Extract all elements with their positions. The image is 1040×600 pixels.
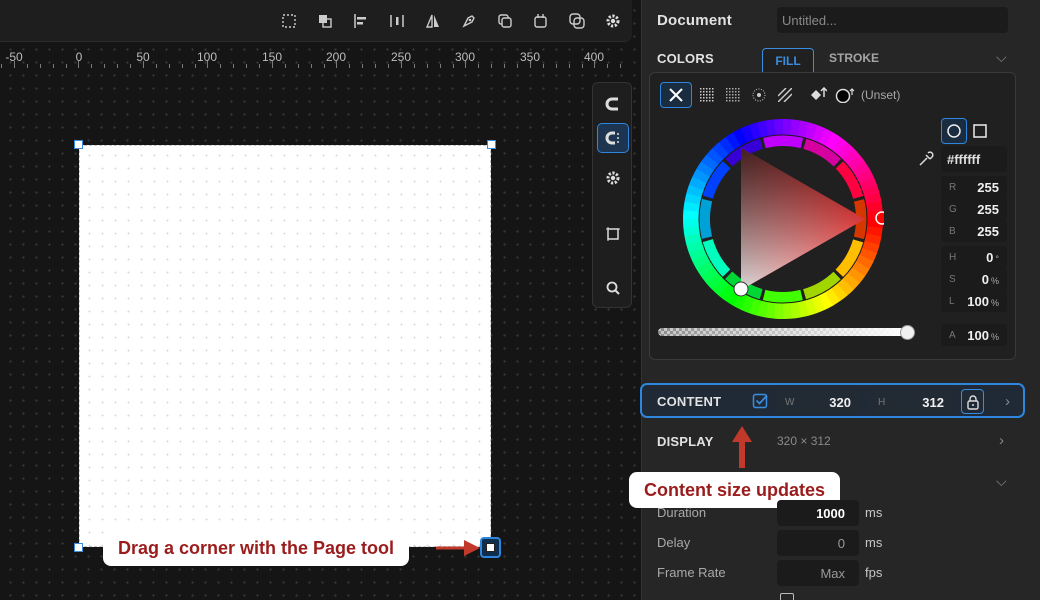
page-artboard[interactable] bbox=[79, 145, 491, 547]
crop-frame-icon[interactable] bbox=[597, 219, 629, 249]
app-window: -50 0 50 100 150 200 250 300 350 400 Dra… bbox=[0, 0, 1040, 600]
content-width-field[interactable]: W 320 bbox=[777, 390, 859, 414]
saturation-handle[interactable] bbox=[733, 281, 749, 297]
duration-unit: ms bbox=[865, 505, 883, 520]
colors-collapse-chevron-icon[interactable]: ⌵ bbox=[996, 49, 1007, 66]
display-expand-chevron-icon[interactable]: › bbox=[999, 432, 1004, 449]
tab-stroke[interactable]: STROKE bbox=[829, 51, 879, 65]
settings-gear-icon[interactable] bbox=[601, 9, 625, 33]
resize-handle-bottom-left[interactable] bbox=[74, 543, 83, 552]
frame-rate-unit: fps bbox=[865, 565, 883, 580]
fill-hatch-icon[interactable] bbox=[769, 82, 801, 108]
loop-checkbox[interactable] bbox=[780, 593, 794, 600]
tab-fill[interactable]: FILL bbox=[762, 48, 814, 73]
layers-icon[interactable] bbox=[565, 9, 589, 33]
display-label: DISPLAY bbox=[657, 434, 714, 449]
zoom-search-icon[interactable] bbox=[597, 273, 629, 303]
resize-handle-top-left[interactable] bbox=[74, 140, 83, 149]
duration-input[interactable]: 1000 bbox=[777, 500, 859, 526]
callout-arrow-icon bbox=[436, 540, 480, 556]
circle-shape-toggle-icon[interactable] bbox=[941, 118, 967, 144]
content-label: CONTENT bbox=[657, 394, 722, 409]
delay-label: Delay bbox=[657, 535, 691, 550]
content-checkbox-icon[interactable] bbox=[752, 392, 770, 415]
document-name-input[interactable]: Untitled... bbox=[777, 7, 1008, 33]
document-label: Document bbox=[657, 12, 732, 29]
delay-unit: ms bbox=[865, 535, 883, 550]
unset-label: (Unset) bbox=[861, 88, 901, 102]
eyedropper-icon[interactable] bbox=[917, 150, 935, 173]
duplicate-icon[interactable] bbox=[493, 9, 517, 33]
resize-handle-bottom-right[interactable] bbox=[480, 537, 501, 558]
snap-settings-gear-icon[interactable] bbox=[597, 163, 629, 193]
top-toolbar bbox=[0, 0, 632, 42]
horizontal-ruler: -50 0 50 100 150 200 250 300 350 400 bbox=[0, 46, 632, 68]
select-marquee-icon[interactable] bbox=[277, 9, 301, 33]
fill-none-icon[interactable] bbox=[660, 82, 692, 108]
aspect-lock-icon[interactable] bbox=[961, 389, 984, 414]
canvas-area[interactable]: -50 0 50 100 150 200 250 300 350 400 Dra… bbox=[0, 0, 640, 600]
fill-bucket-icon[interactable] bbox=[802, 82, 834, 108]
magnet-snap-icon[interactable] bbox=[597, 89, 629, 119]
flip-icon[interactable] bbox=[421, 9, 445, 33]
alpha-slider[interactable] bbox=[658, 328, 908, 336]
alpha-slider-handle[interactable] bbox=[900, 325, 915, 340]
arrange-icon[interactable] bbox=[313, 9, 337, 33]
distribute-icon[interactable] bbox=[385, 9, 409, 33]
hue-field[interactable]: H 0 ° bbox=[941, 246, 1007, 268]
duration-label: Duration bbox=[657, 505, 707, 520]
snap-grid-icon[interactable] bbox=[597, 123, 629, 153]
content-height-field[interactable]: H 312 bbox=[870, 390, 952, 414]
lightness-field[interactable]: L 100% bbox=[941, 290, 1007, 312]
add-frame-icon[interactable] bbox=[529, 9, 553, 33]
colors-label: COLORS bbox=[657, 51, 714, 66]
hue-handle[interactable] bbox=[875, 211, 884, 225]
hex-input[interactable]: #ffffff bbox=[941, 146, 1007, 172]
content-callout-arrow-icon bbox=[732, 426, 752, 468]
saturation-field[interactable]: S 0% bbox=[941, 268, 1007, 290]
pen-icon[interactable] bbox=[457, 9, 481, 33]
display-size-text: 320 × 312 bbox=[777, 434, 831, 448]
delay-input[interactable]: 0 bbox=[777, 530, 859, 556]
align-left-icon[interactable] bbox=[349, 9, 373, 33]
animation-collapse-chevron-icon[interactable]: ⌵ bbox=[996, 473, 1007, 490]
frame-rate-input[interactable]: Max bbox=[777, 560, 859, 586]
square-shape-toggle-icon[interactable] bbox=[967, 118, 993, 144]
color-wheel[interactable] bbox=[682, 118, 884, 320]
frame-rate-label: Frame Rate bbox=[657, 565, 726, 580]
green-field[interactable]: G 255 bbox=[941, 198, 1007, 220]
red-field[interactable]: R 255 bbox=[941, 176, 1007, 198]
side-tool-palette bbox=[592, 82, 632, 308]
unset-swatch-icon[interactable] bbox=[834, 82, 858, 108]
alpha-field[interactable]: A 100% bbox=[941, 324, 1007, 346]
drag-corner-callout: Drag a corner with the Page tool bbox=[103, 531, 410, 566]
resize-handle-top-right[interactable] bbox=[487, 140, 496, 149]
blue-field[interactable]: B 255 bbox=[941, 220, 1007, 242]
content-expand-chevron-icon[interactable]: › bbox=[1005, 393, 1010, 410]
